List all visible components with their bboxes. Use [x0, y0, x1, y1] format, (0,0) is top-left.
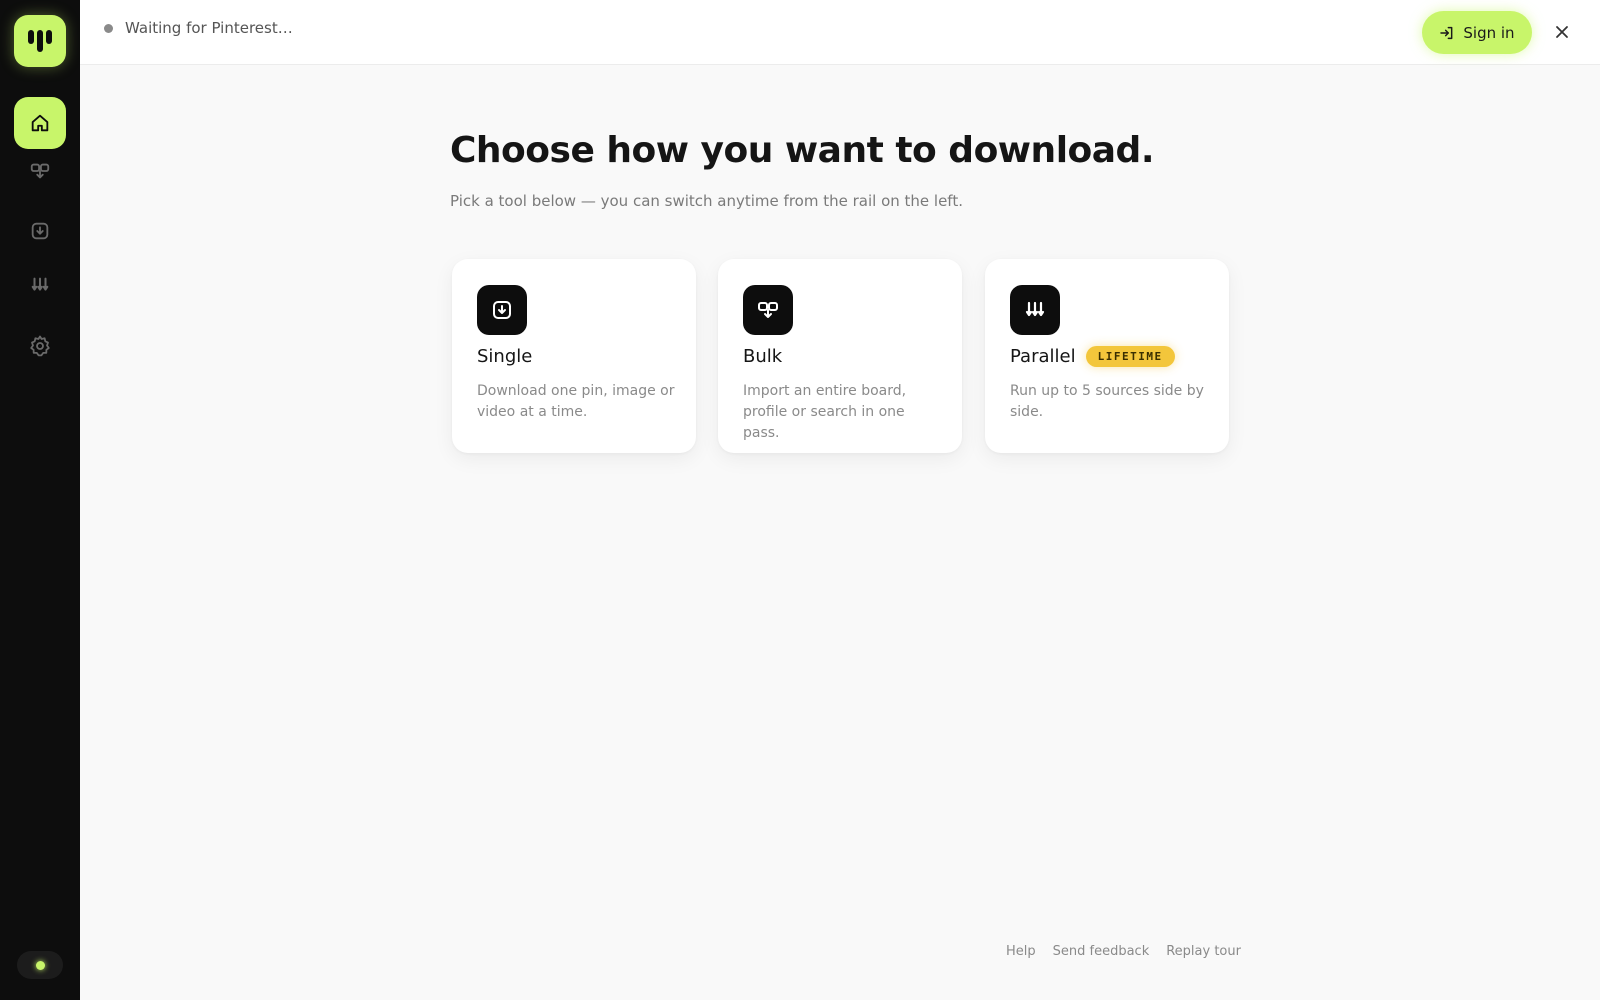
card-description: Run up to 5 sources side by side.: [1010, 383, 1204, 420]
close-icon: [1556, 26, 1568, 38]
connection-status-dot: [35, 960, 45, 970]
page-subtitle: Pick a tool below — you can switch anyti…: [450, 192, 963, 210]
tool-card-single[interactable]: Single Download one pin, image or video …: [452, 259, 696, 453]
rail-item-home[interactable]: [14, 97, 66, 149]
footer-links: Help Send feedback Replay tour: [1006, 944, 1241, 959]
left-rail: [0, 0, 80, 1000]
logo-icon: [28, 30, 52, 52]
card-title-row: Parallel LIFETIME: [1010, 346, 1175, 367]
app-logo[interactable]: [14, 15, 66, 67]
gear-icon: [30, 335, 50, 357]
card-icon-wrap: [477, 285, 527, 335]
bulk-download-icon: [758, 302, 778, 318]
connection-status: Waiting for Pinterest…: [104, 19, 293, 37]
rail-item-bulk[interactable]: [14, 145, 66, 197]
tool-card-parallel[interactable]: Parallel LIFETIME Run up to 5 sources si…: [985, 259, 1229, 453]
replay-tour-link[interactable]: Replay tour: [1166, 944, 1241, 959]
sign-in-button[interactable]: Sign in: [1422, 11, 1532, 54]
status-text: Waiting for Pinterest…: [125, 19, 293, 37]
card-title: Single: [477, 346, 533, 367]
page-title: Choose how you want to download.: [450, 130, 1155, 171]
rail-item-single[interactable]: [14, 205, 66, 257]
single-icon: [31, 222, 49, 240]
parallel-download-icon: [1025, 301, 1045, 317]
send-feedback-link[interactable]: Send feedback: [1053, 944, 1150, 959]
bulk-icon: [30, 163, 50, 179]
card-title-row: Bulk: [743, 346, 782, 367]
close-button[interactable]: [1548, 18, 1576, 46]
rail-item-parallel[interactable]: [14, 259, 66, 311]
card-description: Import an entire board, profile or searc…: [743, 383, 907, 441]
rail-item-settings[interactable]: [14, 320, 66, 372]
parallel-icon: [31, 277, 49, 291]
home-icon: [31, 114, 49, 132]
card-icon-wrap: [1010, 285, 1060, 335]
single-download-icon: [493, 301, 511, 319]
card-title-row: Single: [477, 346, 532, 367]
sign-in-icon: [1440, 26, 1453, 39]
top-bar: Waiting for Pinterest… Sign in: [80, 0, 1600, 65]
card-description: Download one pin, image or video at a ti…: [477, 383, 675, 420]
card-icon-wrap: [743, 285, 793, 335]
help-link[interactable]: Help: [1006, 944, 1036, 959]
connection-status-pill[interactable]: [17, 951, 63, 979]
card-title: Parallel: [1010, 346, 1076, 367]
status-dot-icon: [104, 23, 113, 33]
card-title: Bulk: [743, 346, 783, 367]
lifetime-badge: LIFETIME: [1085, 346, 1175, 367]
sign-in-label: Sign in: [1463, 23, 1515, 42]
tool-card-bulk[interactable]: Bulk Import an entire board, profile or …: [718, 259, 962, 453]
